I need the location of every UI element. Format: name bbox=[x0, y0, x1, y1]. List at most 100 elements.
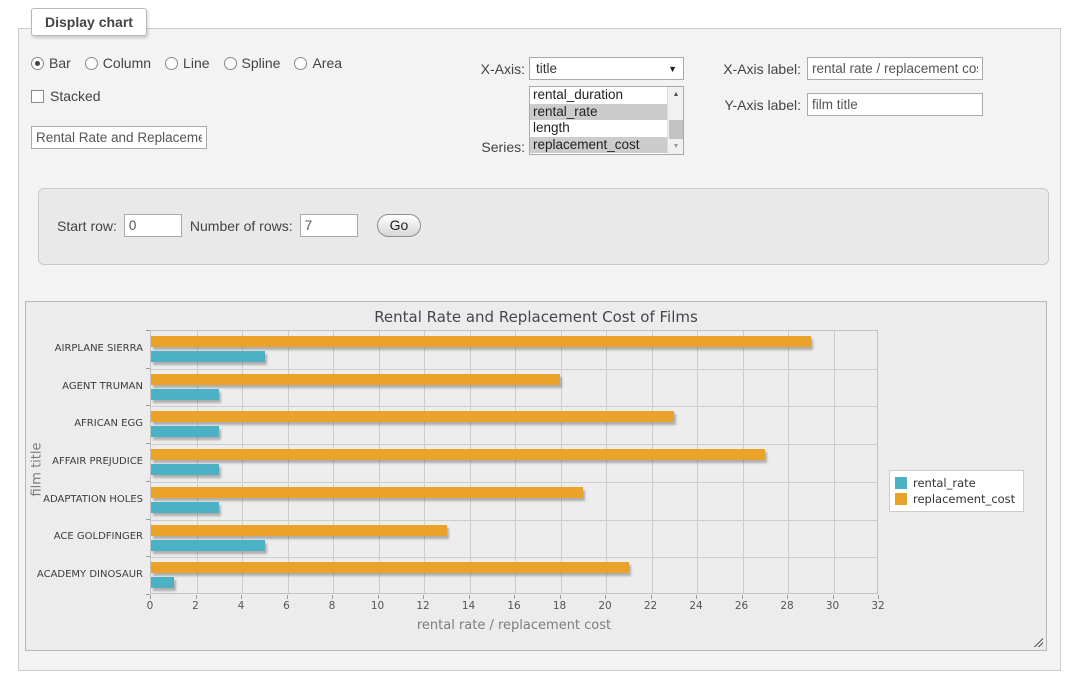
chart-widget: Rental Rate and Replacement Cost of Film… bbox=[25, 301, 1047, 651]
x-axis-tick bbox=[742, 595, 743, 599]
radio-circle-icon[interactable] bbox=[294, 57, 307, 70]
x-tick-label: 24 bbox=[681, 600, 711, 612]
legend-entry: rental_rate bbox=[895, 475, 1015, 491]
scrollbar-thumb[interactable] bbox=[669, 120, 683, 140]
x-tick-label: 4 bbox=[226, 600, 256, 612]
x-axis-tick bbox=[605, 595, 606, 599]
radio-column[interactable]: Column bbox=[85, 55, 151, 71]
series-option-rental_rate[interactable]: rental_rate bbox=[530, 104, 667, 121]
series-options: rental_durationrental_ratelengthreplacem… bbox=[530, 87, 667, 154]
gridline bbox=[333, 331, 334, 593]
row-range-controls: Start row: Number of rows: Go bbox=[57, 214, 421, 237]
radio-circle-icon[interactable] bbox=[165, 57, 178, 70]
x-axis-tick bbox=[378, 595, 379, 599]
radio-spline[interactable]: Spline bbox=[224, 55, 281, 71]
stacked-checkbox[interactable] bbox=[31, 90, 44, 103]
radio-bar[interactable]: Bar bbox=[31, 55, 71, 71]
y-category-label: AGENT TRUMAN bbox=[26, 381, 143, 392]
x-axis-label-label: X-Axis label: bbox=[713, 61, 801, 77]
x-tick-label: 30 bbox=[818, 600, 848, 612]
legend-swatch-icon bbox=[895, 477, 907, 489]
x-axis-tick bbox=[241, 595, 242, 599]
gridline bbox=[151, 369, 877, 370]
gridline bbox=[151, 482, 877, 483]
panel-title: Display chart bbox=[31, 8, 147, 36]
x-tick-label: 6 bbox=[272, 600, 302, 612]
legend-entry: replacement_cost bbox=[895, 491, 1015, 507]
display-chart-panel: Display chart BarColumnLineSplineArea St… bbox=[18, 28, 1061, 671]
scroll-up-icon[interactable]: ▲ bbox=[668, 87, 684, 102]
chart-x-axis-label: rental rate / replacement cost bbox=[150, 618, 878, 633]
bar-replacement_cost bbox=[151, 374, 560, 385]
y-category-label: ACADEMY DINOSAUR bbox=[26, 569, 143, 580]
chart-y-axis-label: film title bbox=[30, 415, 45, 525]
y-axis-tick bbox=[146, 519, 150, 520]
y-category-label: AFFAIR PREJUDICE bbox=[26, 456, 143, 467]
x-axis-label-input[interactable] bbox=[807, 57, 983, 80]
x-axis-tick bbox=[833, 595, 834, 599]
gridline bbox=[242, 331, 243, 593]
stacked-label: Stacked bbox=[50, 88, 101, 104]
gridline bbox=[652, 331, 653, 593]
gridline bbox=[697, 331, 698, 593]
radio-area[interactable]: Area bbox=[294, 55, 342, 71]
x-axis-tick bbox=[514, 595, 515, 599]
gridline bbox=[151, 520, 877, 521]
legend-label: rental_rate bbox=[913, 476, 976, 490]
x-axis-tick bbox=[332, 595, 333, 599]
gridline bbox=[743, 331, 744, 593]
radio-label: Area bbox=[312, 55, 342, 71]
plot-area bbox=[150, 330, 878, 594]
series-listbox[interactable]: rental_durationrental_ratelengthreplacem… bbox=[529, 86, 684, 155]
row-range-panel: Start row: Number of rows: Go bbox=[38, 188, 1049, 265]
legend-swatch-icon bbox=[895, 493, 907, 505]
y-axis-tick bbox=[146, 443, 150, 444]
scroll-down-icon[interactable]: ▼ bbox=[668, 139, 684, 154]
y-axis-tick bbox=[146, 330, 150, 331]
y-axis-label-input[interactable] bbox=[807, 93, 983, 116]
x-axis-select[interactable]: title ▼ bbox=[529, 57, 684, 80]
start-row-input[interactable] bbox=[124, 214, 182, 237]
series-listbox-label: Series: bbox=[437, 139, 525, 155]
chart-title-input[interactable] bbox=[31, 126, 207, 149]
num-rows-label: Number of rows: bbox=[190, 218, 293, 234]
gridline bbox=[197, 331, 198, 593]
series-scrollbar[interactable]: ▲ ▼ bbox=[667, 87, 683, 154]
radio-circle-icon[interactable] bbox=[85, 57, 98, 70]
radio-circle-icon[interactable] bbox=[224, 57, 237, 70]
gridline bbox=[379, 331, 380, 593]
gridline bbox=[151, 557, 877, 558]
x-tick-label: 12 bbox=[408, 600, 438, 612]
page: Display chart Bar Column Line Spline Area St… bbox=[0, 0, 1081, 681]
go-button[interactable]: Go bbox=[377, 214, 422, 237]
bar-rental_rate bbox=[151, 389, 219, 400]
legend-label: replacement_cost bbox=[913, 492, 1015, 506]
x-tick-label: 22 bbox=[636, 600, 666, 612]
x-axis-selected-value: title bbox=[536, 61, 557, 76]
x-tick-label: 0 bbox=[135, 600, 165, 612]
num-rows-input[interactable] bbox=[300, 214, 358, 237]
series-option-length[interactable]: length bbox=[530, 120, 667, 137]
y-axis-label-label: Y-Axis label: bbox=[713, 97, 801, 113]
bar-replacement_cost bbox=[151, 562, 629, 573]
series-option-replacement_cost[interactable]: replacement_cost bbox=[530, 137, 667, 154]
x-axis-tick bbox=[787, 595, 788, 599]
chart-type-radiogroup: Bar Column Line Spline Area bbox=[31, 55, 342, 71]
gridline bbox=[788, 331, 789, 593]
resize-handle-icon[interactable] bbox=[1032, 636, 1043, 647]
x-axis-tick bbox=[287, 595, 288, 599]
y-category-label: ADAPTATION HOLES bbox=[26, 494, 143, 505]
series-option-rental_duration[interactable]: rental_duration bbox=[530, 87, 667, 104]
stacked-checkbox-row[interactable]: Stacked bbox=[31, 88, 101, 104]
x-axis-tick bbox=[423, 595, 424, 599]
radio-line[interactable]: Line bbox=[165, 55, 209, 71]
bar-replacement_cost bbox=[151, 336, 811, 347]
x-axis-select-label: X-Axis: bbox=[437, 61, 525, 77]
y-axis-tick bbox=[146, 481, 150, 482]
radio-circle-icon[interactable] bbox=[31, 57, 44, 70]
bar-replacement_cost bbox=[151, 525, 447, 536]
gridline bbox=[470, 331, 471, 593]
gridline bbox=[561, 331, 562, 593]
y-category-label: AIRPLANE SIERRA bbox=[26, 343, 143, 354]
x-tick-label: 2 bbox=[181, 600, 211, 612]
